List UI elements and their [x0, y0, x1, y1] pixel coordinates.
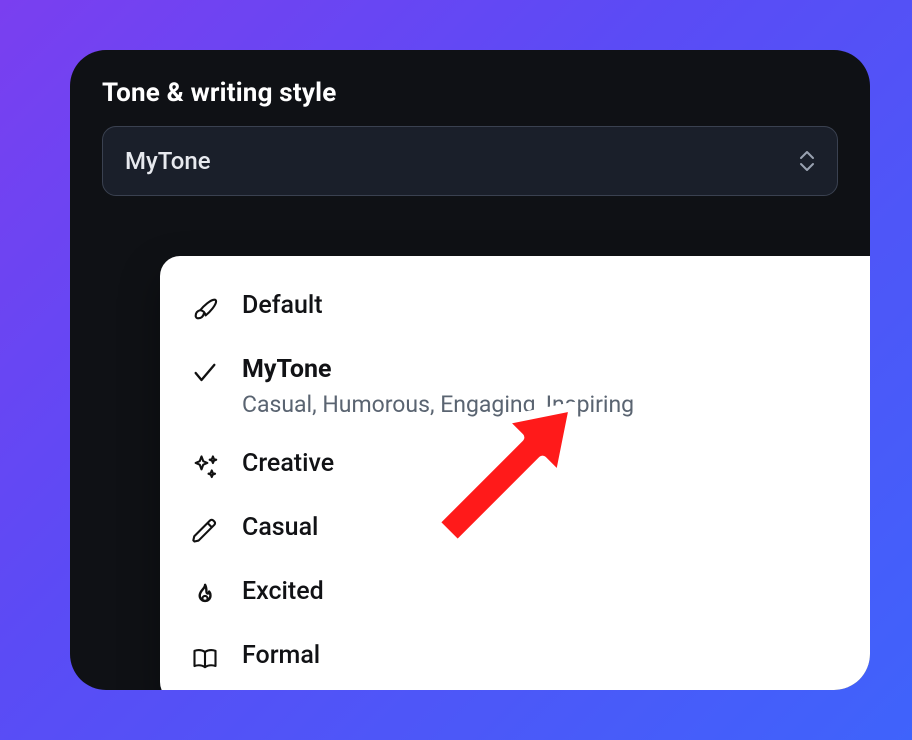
option-label: Creative: [242, 448, 334, 481]
option-creative[interactable]: Creative: [160, 434, 870, 498]
book-icon: [188, 642, 222, 676]
option-label: Excited: [242, 576, 324, 609]
option-label: MyTone: [242, 354, 634, 387]
option-subtitle: Casual, Humorous, Engaging, Inspiring: [242, 389, 634, 420]
option-casual[interactable]: Casual: [160, 498, 870, 562]
option-mytone[interactable]: MyTone Casual, Humorous, Engaging, Inspi…: [160, 340, 870, 434]
select-value: MyTone: [125, 147, 211, 175]
pencil-icon: [188, 514, 222, 548]
brush-icon: [188, 292, 222, 326]
chevron-up-down-icon: [799, 150, 815, 172]
tone-select[interactable]: MyTone: [102, 126, 838, 196]
sparkle-icon: [188, 450, 222, 484]
option-label: Casual: [242, 512, 318, 545]
option-formal[interactable]: Formal: [160, 626, 870, 690]
tone-dropdown: Default MyTone Casual, Humorous, Engagin…: [160, 256, 870, 690]
option-label: Default: [242, 290, 323, 323]
option-default[interactable]: Default: [160, 276, 870, 340]
option-label: Formal: [242, 640, 320, 673]
option-excited[interactable]: Excited: [160, 562, 870, 626]
tone-panel: Tone & writing style MyTone ITI Default: [70, 50, 870, 690]
check-icon: [188, 356, 222, 390]
panel-title: Tone & writing style: [102, 78, 838, 108]
fire-icon: [188, 578, 222, 612]
